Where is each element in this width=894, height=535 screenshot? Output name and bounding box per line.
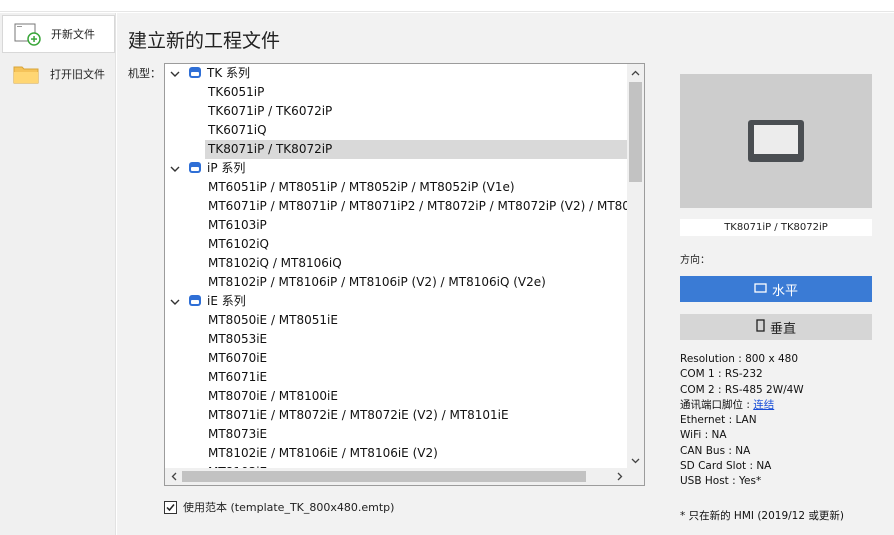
tree-item-label: MT6071iP / MT8071iP / MT8071iP2 / MT8072…: [208, 199, 628, 213]
tree-item-label: TK6071iP / TK6072iP: [208, 104, 333, 118]
spec-wifi: WiFi : NA: [680, 429, 727, 442]
sidebar-item-new-file[interactable]: 开新文件: [2, 15, 115, 53]
tree-item[interactable]: MT6103iP: [165, 216, 628, 235]
tree-item[interactable]: MT6070iE: [165, 349, 628, 368]
device-specs: Resolution : 800 x 480 COM 1 : RS-232 CO…: [680, 352, 804, 490]
model-label: 机型：: [128, 67, 161, 80]
device-series-icon: [188, 294, 202, 307]
tree-item[interactable]: MT8102iE / MT8106iE / MT8106iE (V2): [165, 444, 628, 463]
scrollbar-corner: [627, 468, 644, 485]
folder-icon: [12, 61, 42, 87]
device-series-icon: [188, 161, 202, 174]
tree-item-label: MT6102iQ: [208, 237, 270, 251]
chevron-down-icon[interactable]: [169, 162, 181, 174]
tree-item[interactable]: TK6071iP / TK6072iP: [165, 102, 628, 121]
tree-item[interactable]: MT8070iE / MT8100iE: [165, 387, 628, 406]
spec-port-pins: 通讯端口脚位 : 连结: [680, 398, 804, 413]
checkbox-box[interactable]: [164, 500, 177, 514]
tree-item[interactable]: TK6051iP: [165, 83, 628, 102]
tree-item[interactable]: MT8102iQ / MT8106iQ: [165, 254, 628, 273]
use-template-label: 使用范本 (template_TK_800x480.emtp): [183, 501, 395, 514]
tree-item[interactable]: TK8071iP / TK8072iP: [205, 140, 628, 159]
chevron-down-icon[interactable]: [169, 67, 181, 79]
horizontal-label: 水平: [771, 283, 798, 299]
hmi-device-icon: [748, 120, 804, 162]
tree-item[interactable]: MT8053iE: [165, 330, 628, 349]
spec-com2: COM 2 : RS-485 2W/4W: [680, 383, 804, 396]
tree-item-label: MT6103iP: [208, 218, 267, 232]
title-strip: [0, 0, 894, 12]
chevron-down-icon[interactable]: [169, 295, 181, 307]
tree-group-row[interactable]: iE 系列: [165, 292, 628, 311]
vertical-label: 垂直: [769, 321, 796, 337]
spec-port-pins-label: 通讯端口脚位 :: [680, 398, 754, 411]
tree-item[interactable]: MT6102iQ: [165, 235, 628, 254]
tree-item-label: MT8053iE: [208, 332, 268, 346]
horizontal-scrollbar[interactable]: [165, 468, 628, 485]
new-file-icon: [13, 21, 43, 47]
selected-model-name: TK8071iP / TK8072iP: [680, 219, 872, 236]
scroll-right-icon[interactable]: [611, 468, 628, 485]
tree-item[interactable]: MT6071iE: [165, 368, 628, 387]
spec-sdcard: SD Card Slot : NA: [680, 460, 772, 473]
footnote: * 只在新的 HMI (2019/12 或更新): [680, 510, 844, 522]
port-pins-link[interactable]: 连结: [753, 399, 774, 411]
tree-group-row[interactable]: iP 系列: [165, 159, 628, 178]
use-template-checkbox[interactable]: 使用范本 (template_TK_800x480.emtp): [164, 499, 394, 515]
page-title: 建立新的工程文件: [128, 30, 281, 52]
tree-group-label: iE 系列: [207, 294, 246, 308]
tree-item-label: MT6071iE: [208, 370, 268, 384]
spec-usbhost: USB Host : Yes*: [680, 475, 762, 488]
tree-group-label: iP 系列: [207, 161, 246, 175]
tree-item-label: TK8071iP / TK8072iP: [208, 142, 333, 156]
main-panel: 建立新的工程文件 机型： TK 系列 TK6051iP TK6071iP / TK6…: [117, 13, 894, 535]
vertical-scroll-thumb[interactable]: [629, 82, 642, 182]
sidebar-item-label: 打开旧文件: [50, 68, 105, 81]
tree-item[interactable]: MT8102iP / MT8106iP / MT8106iP (V2) / MT…: [165, 273, 628, 292]
sidebar: 开新文件 打开旧文件: [0, 13, 116, 535]
model-tree-list: TK 系列 TK6051iP TK6071iP / TK6072iP TK6071iQ…: [165, 64, 628, 469]
sidebar-item-label: 开新文件: [51, 28, 95, 41]
sidebar-item-open-file[interactable]: 打开旧文件: [2, 55, 115, 93]
tree-item-label: MT8070iE / MT8100iE: [208, 389, 338, 403]
horizontal-scroll-thumb[interactable]: [182, 471, 586, 482]
tree-item[interactable]: MT8050iE / MT8051iE: [165, 311, 628, 330]
scroll-up-icon[interactable]: [627, 64, 644, 81]
vertical-scrollbar[interactable]: [627, 64, 644, 469]
landscape-icon: [754, 282, 767, 297]
tree-group-row[interactable]: TK 系列: [165, 64, 628, 83]
tree-item-label: MT8073iE: [208, 427, 268, 441]
tree-item-label: MT6051iP / MT8051iP / MT8052iP / MT8052i…: [208, 180, 515, 194]
portrait-icon: [756, 318, 765, 336]
scroll-left-icon[interactable]: [165, 468, 182, 485]
model-tree[interactable]: TK 系列 TK6051iP TK6071iP / TK6072iP TK6071iQ…: [164, 63, 645, 486]
tree-item[interactable]: MT8071iE / MT8072iE / MT8072iE (V2) / MT…: [165, 406, 628, 425]
tree-group-label: TK 系列: [207, 66, 251, 80]
device-series-icon: [188, 66, 202, 79]
tree-item[interactable]: MT8073iE: [165, 425, 628, 444]
direction-label: 方向：: [680, 255, 710, 266]
device-preview: [680, 74, 872, 208]
scroll-down-icon[interactable]: [627, 452, 644, 469]
tree-item-label: MT8050iE / MT8051iE: [208, 313, 338, 327]
spec-com1: COM 1 : RS-232: [680, 368, 763, 381]
tree-item-label: MT6070iE: [208, 351, 268, 365]
tree-item-label: MT8102iE / MT8106iE / MT8106iE (V2): [208, 446, 438, 460]
tree-item[interactable]: MT6051iP / MT8051iP / MT8052iP / MT8052i…: [165, 178, 628, 197]
spec-ethernet: Ethernet : LAN: [680, 414, 757, 427]
tree-item[interactable]: TK6071iQ: [165, 121, 628, 140]
tree-item-label: MT8102iP / MT8106iP / MT8106iP (V2) / MT…: [208, 275, 546, 289]
tree-item-label: MT8102iQ / MT8106iQ: [208, 256, 342, 270]
spec-resolution: Resolution : 800 x 480: [680, 353, 799, 365]
tree-item-label: TK6071iQ: [208, 123, 267, 137]
tree-item[interactable]: MT6071iP / MT8071iP / MT8071iP2 / MT8072…: [165, 197, 628, 216]
horizontal-orientation-button[interactable]: 水平: [680, 276, 872, 302]
tree-item-label: TK6051iP: [208, 85, 265, 99]
vertical-orientation-button[interactable]: 垂直: [680, 314, 872, 340]
spec-canbus: CAN Bus : NA: [680, 444, 751, 457]
tree-item-label: MT8071iE / MT8072iE / MT8072iE (V2) / MT…: [208, 408, 509, 422]
